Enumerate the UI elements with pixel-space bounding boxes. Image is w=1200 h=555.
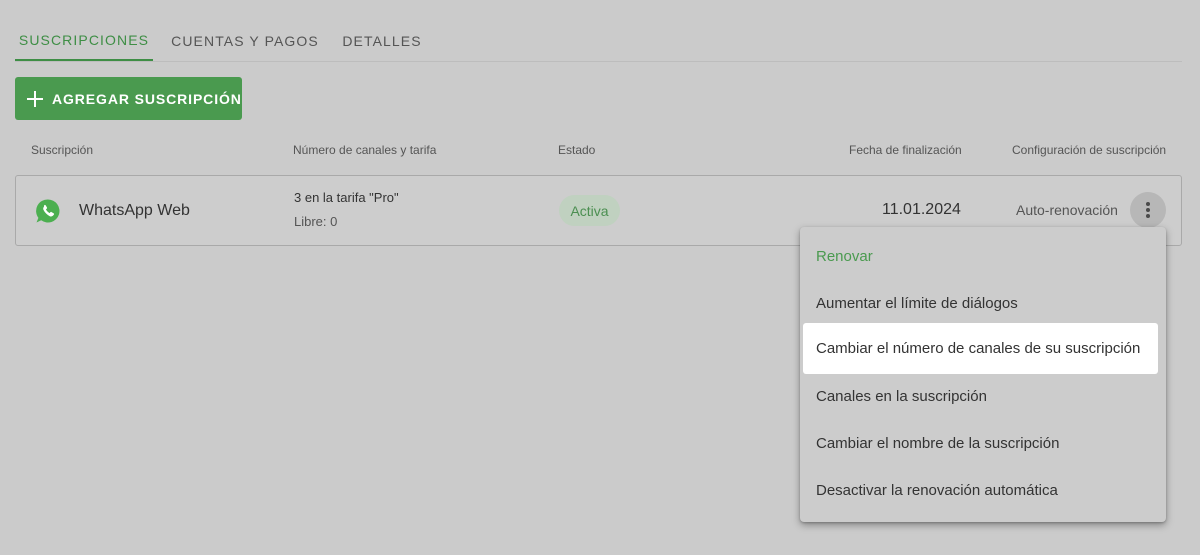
- tab-details[interactable]: DETALLES: [339, 20, 425, 61]
- kebab-dot: [1146, 202, 1150, 206]
- header-status: Estado: [558, 143, 596, 157]
- whatsapp-icon: [36, 199, 60, 223]
- free-channels: Libre: 0: [294, 214, 338, 229]
- more-options-button[interactable]: [1130, 192, 1166, 228]
- channels-tariff: 3 en la tarifa "Pro": [294, 190, 399, 205]
- tab-subscriptions[interactable]: SUSCRIPCIONES: [15, 20, 153, 61]
- tab-bar: SUSCRIPCIONES CUENTAS Y PAGOS DETALLES: [15, 20, 1182, 62]
- header-channels: Número de canales y tarifa: [293, 143, 437, 157]
- plus-icon: [26, 90, 44, 108]
- auto-renewal-label: Auto-renovación: [1016, 202, 1118, 218]
- menu-item-subscription-channels[interactable]: Canales en la suscripción: [803, 371, 1158, 422]
- kebab-dot: [1146, 208, 1150, 212]
- subscription-name: WhatsApp Web: [79, 202, 190, 219]
- menu-item-change-channel-count[interactable]: Cambiar el número de canales de su suscr…: [803, 323, 1158, 374]
- status-badge: Activa: [559, 195, 620, 226]
- header-config: Configuración de suscripción: [1012, 143, 1167, 157]
- add-subscription-label: AGREGAR SUSCRIPCIÓN: [52, 90, 242, 107]
- menu-item-rename-subscription[interactable]: Cambiar el nombre de la suscripción: [803, 418, 1158, 469]
- kebab-dot: [1146, 214, 1150, 218]
- menu-item-disable-auto-renewal[interactable]: Desactivar la renovación automática: [803, 465, 1158, 516]
- end-date: 11.01.2024: [882, 201, 961, 218]
- add-subscription-button[interactable]: AGREGAR SUSCRIPCIÓN: [15, 77, 242, 120]
- header-subscription: Suscripción: [31, 143, 94, 157]
- menu-item-renew[interactable]: Renovar: [803, 231, 1158, 282]
- header-end-date: Fecha de finalización: [849, 143, 962, 157]
- menu-item-increase-dialog-limit[interactable]: Aumentar el límite de diálogos: [803, 278, 1158, 329]
- subscription-options-menu: Renovar Aumentar el límite de diálogos C…: [800, 227, 1166, 522]
- tab-accounts-payments[interactable]: CUENTAS Y PAGOS: [171, 20, 319, 61]
